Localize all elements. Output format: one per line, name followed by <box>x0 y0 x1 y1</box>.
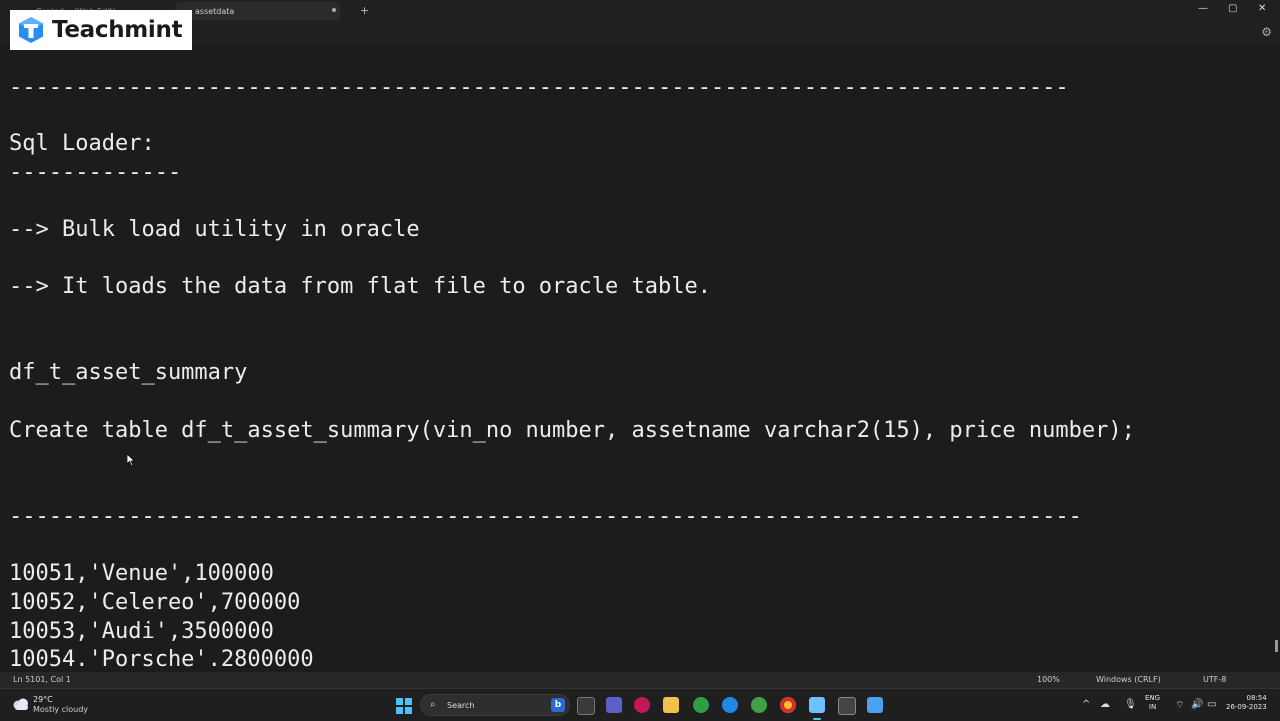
language-indicator[interactable]: ENG IN <box>1145 694 1160 712</box>
taskbar-search[interactable]: ⌕ Search b <box>420 694 570 716</box>
clock-time: 08:54 <box>1246 694 1267 702</box>
gear-icon[interactable]: ⚙ <box>1261 25 1272 39</box>
cursor-position[interactable]: Ln 5101, Col 1 <box>13 675 71 684</box>
close-button[interactable]: ✕ <box>1258 3 1266 14</box>
editor-line: df_t_asset_summary <box>9 360 248 385</box>
terminal-icon[interactable] <box>838 697 856 715</box>
cloud-icon[interactable] <box>12 698 30 710</box>
windows-start-icon[interactable] <box>396 698 412 714</box>
brand-name: Teachmint <box>52 17 183 43</box>
bing-icon: b <box>551 698 565 712</box>
app-icon[interactable] <box>634 697 650 713</box>
editor-line: 10054.'Porsche'.2800000 <box>9 647 314 672</box>
text-editor[interactable]: ----------------------------------------… <box>0 44 1280 672</box>
tray-expand-icon[interactable]: ^ <box>1082 699 1090 710</box>
edge-icon[interactable] <box>722 697 738 713</box>
editor-line: 10051,'Venue',100000 <box>9 561 274 586</box>
chrome-icon[interactable] <box>693 697 709 713</box>
weather-desc[interactable]: Mostly cloudy <box>33 705 88 714</box>
zoom-level[interactable]: 100% <box>1037 675 1060 684</box>
chrome-profile-icon[interactable] <box>751 697 767 713</box>
tab-label: assetdata <box>195 6 235 16</box>
onedrive-icon[interactable]: ☁ <box>1100 699 1110 710</box>
file-explorer-icon[interactable] <box>663 697 679 713</box>
teams-icon[interactable] <box>606 697 622 713</box>
volume-icon[interactable]: 🔊 <box>1191 699 1203 710</box>
microphone-icon[interactable]: 🎙 <box>1124 699 1137 710</box>
notepad-icon[interactable] <box>809 697 825 713</box>
editor-line: --> Bulk load utility in oracle <box>9 217 420 242</box>
editor-line: ----------------------------------------… <box>9 504 1082 529</box>
weather-temp[interactable]: 29°C <box>33 695 53 704</box>
app-icon[interactable] <box>867 697 883 713</box>
new-tab-button[interactable]: + <box>360 4 369 17</box>
scrollbar-thumb[interactable] <box>1275 640 1278 652</box>
status-bar: Ln 5101, Col 1 100% Windows (CRLF) UTF-8 <box>0 672 1280 688</box>
editor-line: 10052,'Celereo',700000 <box>9 590 301 615</box>
battery-icon[interactable]: ▭ <box>1207 699 1216 710</box>
clock[interactable]: 08:54 26-09-2023 <box>1226 694 1267 712</box>
tab-assetdata[interactable]: assetdata <box>175 2 340 20</box>
editor-line: ------------- <box>9 160 182 185</box>
teachmint-logo: Teachmint <box>10 10 192 50</box>
wifi-icon[interactable]: ⌔ <box>1175 699 1184 712</box>
editor-line: 10053,'Audi',3500000 <box>9 619 274 644</box>
editor-line: ----------------------------------------… <box>9 75 1069 100</box>
editor-line: --> It loads the data from flat file to … <box>9 274 711 299</box>
editor-line: Sql Loader: <box>9 131 155 156</box>
menu-bar <box>0 22 1280 44</box>
lang-primary: ENG <box>1145 694 1161 702</box>
line-ending[interactable]: Windows (CRLF) <box>1096 675 1161 684</box>
teachmint-logo-icon <box>19 17 43 43</box>
chrome-browser-icon[interactable] <box>780 697 796 713</box>
task-view-icon[interactable] <box>577 697 595 715</box>
maximize-button[interactable]: ▢ <box>1228 3 1237 14</box>
editor-line: Create table df_t_asset_summary(vin_no n… <box>9 418 1135 443</box>
clock-date: 26-09-2023 <box>1226 703 1267 711</box>
taskbar: 29°C Mostly cloudy ⌕ Search b ^ ☁ 🎙 ENG … <box>0 688 1280 721</box>
search-placeholder: Search <box>447 701 475 710</box>
minimize-button[interactable]: — <box>1198 3 1208 14</box>
title-bar: Copied... (Web Edit) assetdata + — ▢ ✕ <box>0 0 1280 23</box>
encoding[interactable]: UTF-8 <box>1203 675 1226 684</box>
lang-region: IN <box>1148 703 1157 711</box>
unsaved-dot-icon <box>332 8 336 12</box>
mouse-cursor-icon <box>127 454 136 467</box>
search-icon: ⌕ <box>430 699 436 710</box>
